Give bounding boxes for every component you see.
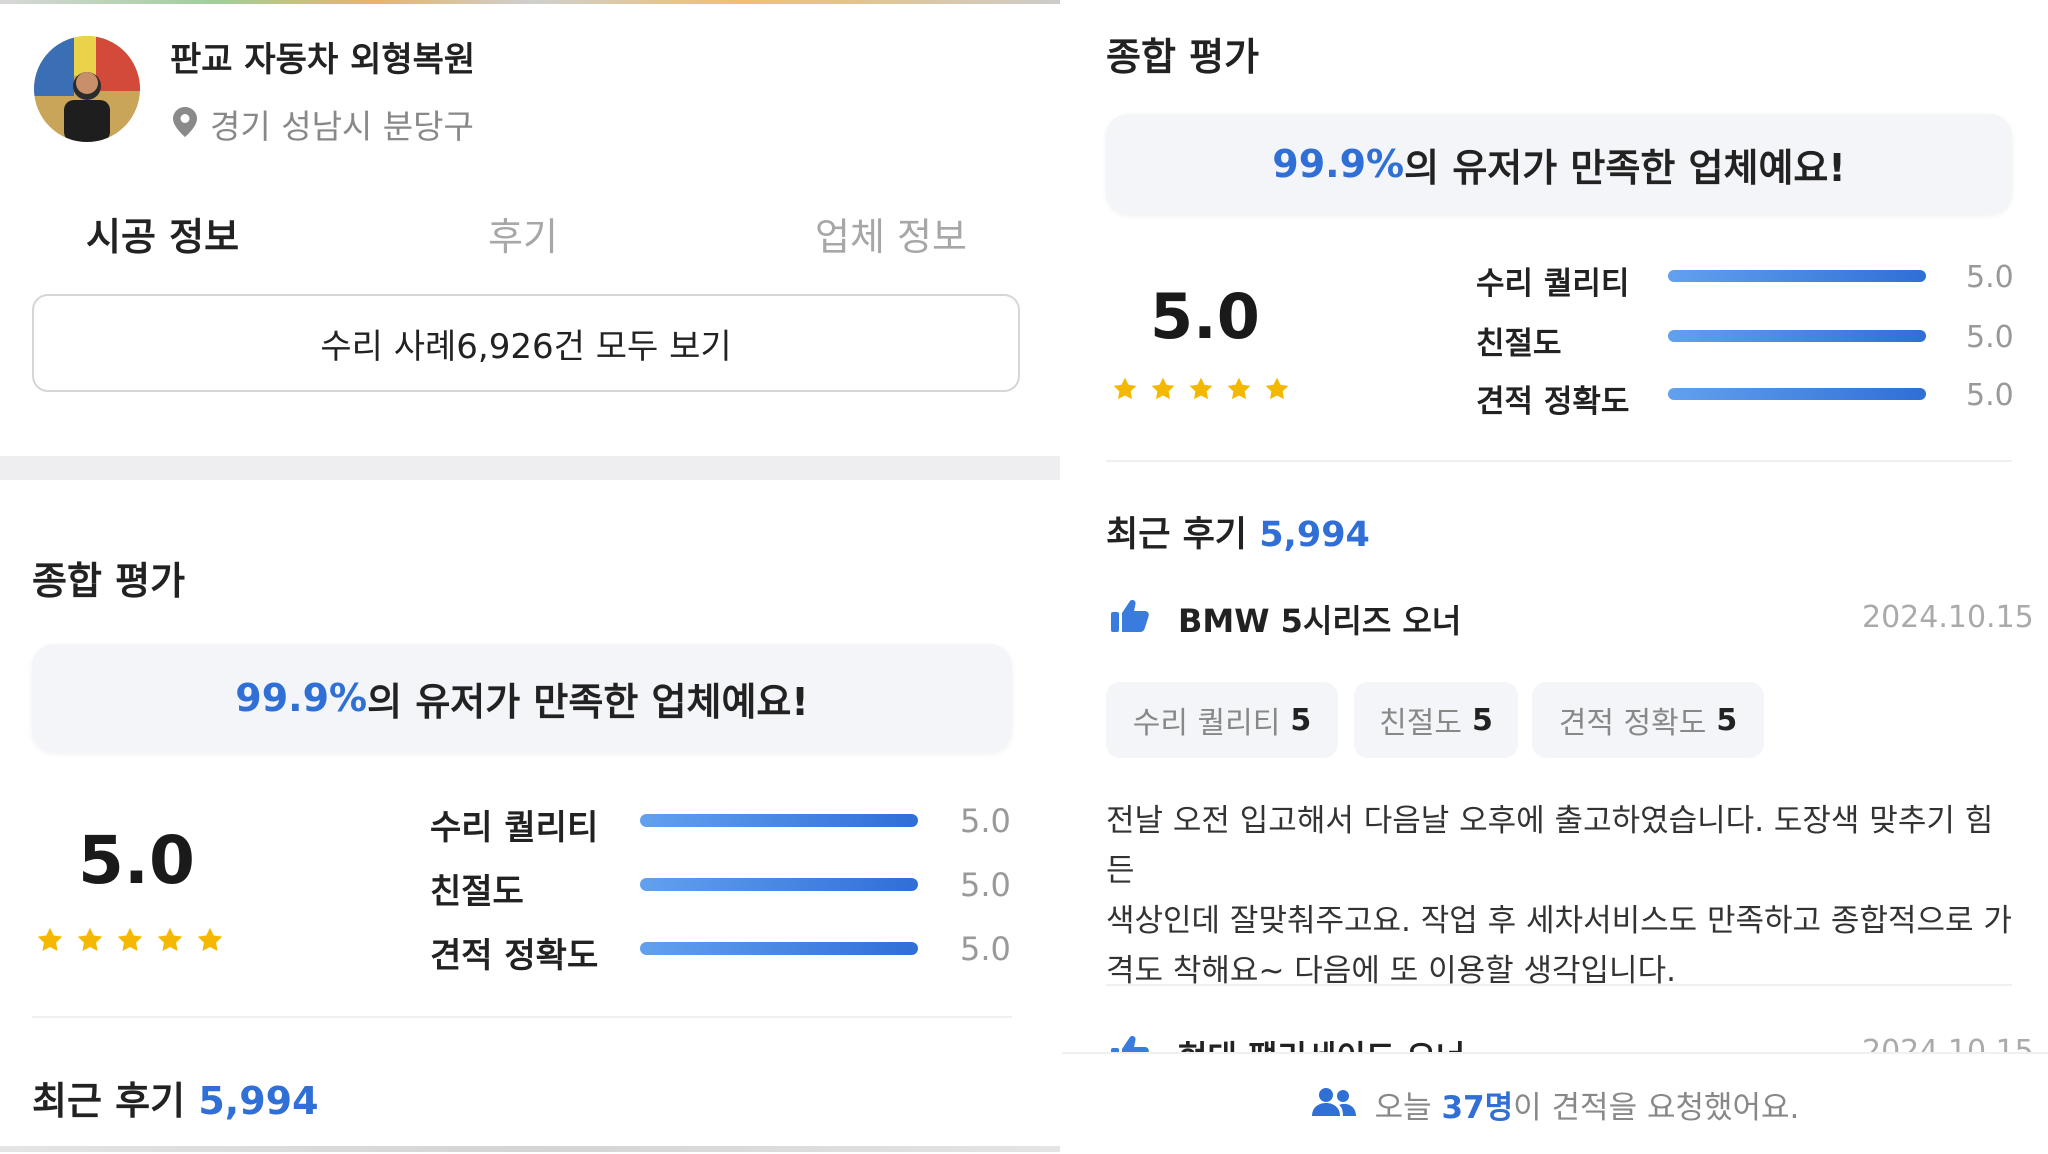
satisfaction-percent: 99.9% bbox=[1272, 142, 1405, 186]
tab-reviews[interactable]: 후기 bbox=[488, 206, 558, 261]
criterion-bar bbox=[1668, 270, 1926, 282]
star-icon bbox=[1265, 377, 1289, 400]
thumbs-up-icon bbox=[1110, 598, 1150, 638]
divider bbox=[32, 1016, 1012, 1018]
shop-name: 판교 자동차 외형복원 bbox=[170, 40, 476, 80]
review-item-clipped: 현대 팰리세이드 오너 2024.10.15 bbox=[1062, 1028, 2048, 1052]
chip-score: 5 bbox=[1471, 702, 1493, 738]
criterion-bar-track bbox=[1668, 330, 1926, 342]
shop-avatar[interactable] bbox=[34, 36, 140, 142]
chip-label: 친절도 bbox=[1379, 706, 1462, 741]
request-suffix: 이 견적을 요청했어요. bbox=[1513, 1089, 1800, 1126]
star-icon bbox=[77, 927, 103, 951]
thumbs-up-icon bbox=[1110, 1034, 1150, 1052]
review-date: 2024.10.15 bbox=[1862, 600, 2034, 635]
review-text-line: 색상인데 잘맞춰주고요. 작업 후 세차서비스도 만족하고 종합적으로 가 bbox=[1106, 903, 2012, 939]
recent-reviews-label: 최근 후기 bbox=[1106, 515, 1247, 555]
criterion-value: 5.0 bbox=[1966, 320, 2014, 355]
overall-score: 5.0 bbox=[1150, 280, 1260, 353]
overall-stars bbox=[36, 926, 224, 954]
review-chip-quality: 수리 퀄리티 5 bbox=[1106, 682, 1338, 758]
recent-reviews-label: 최근 후기 bbox=[32, 1079, 186, 1123]
criterion-label: 친절도 bbox=[1476, 326, 1562, 362]
view-all-cases-button[interactable]: 수리 사례6,926건 모두 보기 bbox=[32, 294, 1020, 392]
criterion-bar-track bbox=[640, 814, 918, 827]
rating-section-title: 종합 평가 bbox=[32, 559, 186, 603]
review-date: 2024.10.15 bbox=[1862, 1034, 2034, 1052]
criterion-value: 5.0 bbox=[1966, 378, 2014, 413]
divider bbox=[1106, 460, 2012, 462]
criterion-value: 5.0 bbox=[960, 802, 1011, 840]
review-text-line: 전날 오전 입고해서 다음날 오후에 출고하였습니다. 도장색 맞추기 힘든 bbox=[1106, 803, 1994, 889]
star-icon bbox=[1113, 377, 1137, 400]
satisfaction-percent: 99.9% bbox=[235, 676, 368, 720]
bottom-edge-strip bbox=[0, 1146, 1060, 1152]
review-text: 전날 오전 입고해서 다음날 오후에 출고하였습니다. 도장색 맞추기 힘든 색… bbox=[1106, 796, 2016, 996]
criterion-label: 수리 퀄리티 bbox=[1476, 266, 1630, 302]
criterion-bar bbox=[640, 942, 918, 955]
review-chip-kindness: 친절도 5 bbox=[1354, 682, 1518, 758]
reviewer-name: 현대 팰리세이드 오너 bbox=[1178, 1032, 1465, 1052]
rating-section-title: 종합 평가 bbox=[1106, 35, 1260, 79]
star-icon bbox=[1227, 377, 1251, 400]
recent-reviews-heading: 최근 후기 5,994 bbox=[32, 1070, 319, 1125]
section-divider bbox=[0, 456, 1060, 480]
criterion-bar bbox=[1668, 388, 1926, 400]
request-prefix: 오늘 bbox=[1374, 1089, 1442, 1126]
panel-gap bbox=[1060, 0, 1062, 1152]
recent-reviews-count: 5,994 bbox=[198, 1079, 319, 1123]
chip-label: 수리 퀄리티 bbox=[1132, 706, 1281, 741]
review-text-line: 격도 착해요~ 다음에 또 이용할 생각입니다. bbox=[1106, 953, 1676, 989]
request-count-text: 오늘 37명이 견적을 요청했어요. bbox=[1375, 1082, 1800, 1127]
star-icon bbox=[157, 927, 183, 951]
review-chip-estimate: 견적 정확도 5 bbox=[1532, 682, 1764, 758]
satisfaction-text: 의 유저가 만족한 업체예요! bbox=[367, 679, 809, 724]
star-icon bbox=[1189, 377, 1213, 400]
criterion-value: 5.0 bbox=[960, 930, 1011, 968]
location-row: 경기 성남시 분당구 bbox=[172, 100, 474, 148]
chip-label: 견적 정확도 bbox=[1558, 706, 1707, 741]
criterion-bar-track bbox=[1668, 270, 1926, 282]
criterion-label: 친절도 bbox=[430, 872, 524, 912]
criterion-label: 수리 퀄리티 bbox=[430, 808, 599, 848]
recent-reviews-heading: 최근 후기 5,994 bbox=[1106, 506, 1370, 557]
people-icon bbox=[1311, 1086, 1357, 1122]
tab-bar: 시공 정보 후기 업체 정보 bbox=[0, 200, 1060, 260]
request-count-bar: 오늘 37명이 견적을 요청했어요. bbox=[1062, 1052, 2048, 1154]
recent-reviews-count: 5,994 bbox=[1259, 515, 1370, 555]
criterion-value: 5.0 bbox=[960, 866, 1011, 904]
criterion-label: 견적 정확도 bbox=[430, 936, 599, 976]
criterion-label: 견적 정확도 bbox=[1476, 384, 1630, 420]
location-pin-icon bbox=[172, 106, 198, 142]
chip-score: 5 bbox=[1290, 702, 1312, 738]
overall-stars bbox=[1112, 376, 1290, 402]
criterion-value: 5.0 bbox=[1966, 260, 2014, 295]
star-icon bbox=[117, 927, 143, 951]
satisfaction-banner: 99.9% 의 유저가 만족한 업체예요! bbox=[1106, 114, 2012, 214]
star-icon bbox=[1151, 377, 1175, 400]
star-icon bbox=[37, 927, 63, 951]
chip-score: 5 bbox=[1716, 702, 1738, 738]
divider bbox=[1106, 984, 2012, 986]
overall-score: 5.0 bbox=[78, 822, 195, 899]
satisfaction-text: 의 유저가 만족한 업체예요! bbox=[1404, 145, 1846, 190]
location-text: 경기 성남시 분당구 bbox=[210, 107, 474, 146]
criterion-bar bbox=[640, 814, 918, 827]
criterion-bar bbox=[640, 878, 918, 891]
request-count: 37명 bbox=[1441, 1089, 1514, 1126]
star-icon bbox=[197, 927, 223, 951]
criterion-bar bbox=[1668, 330, 1926, 342]
criterion-bar-track bbox=[640, 942, 918, 955]
criterion-bar-track bbox=[640, 878, 918, 891]
criterion-bar-track bbox=[1668, 388, 1926, 400]
satisfaction-banner: 99.9% 의 유저가 만족한 업체예요! bbox=[32, 644, 1012, 752]
tab-construction-info[interactable]: 시공 정보 bbox=[86, 206, 239, 261]
top-image-strip bbox=[0, 0, 1060, 4]
tab-company-info[interactable]: 업체 정보 bbox=[815, 206, 967, 261]
reviewer-name: BMW 5시리즈 오너 bbox=[1178, 602, 1462, 640]
